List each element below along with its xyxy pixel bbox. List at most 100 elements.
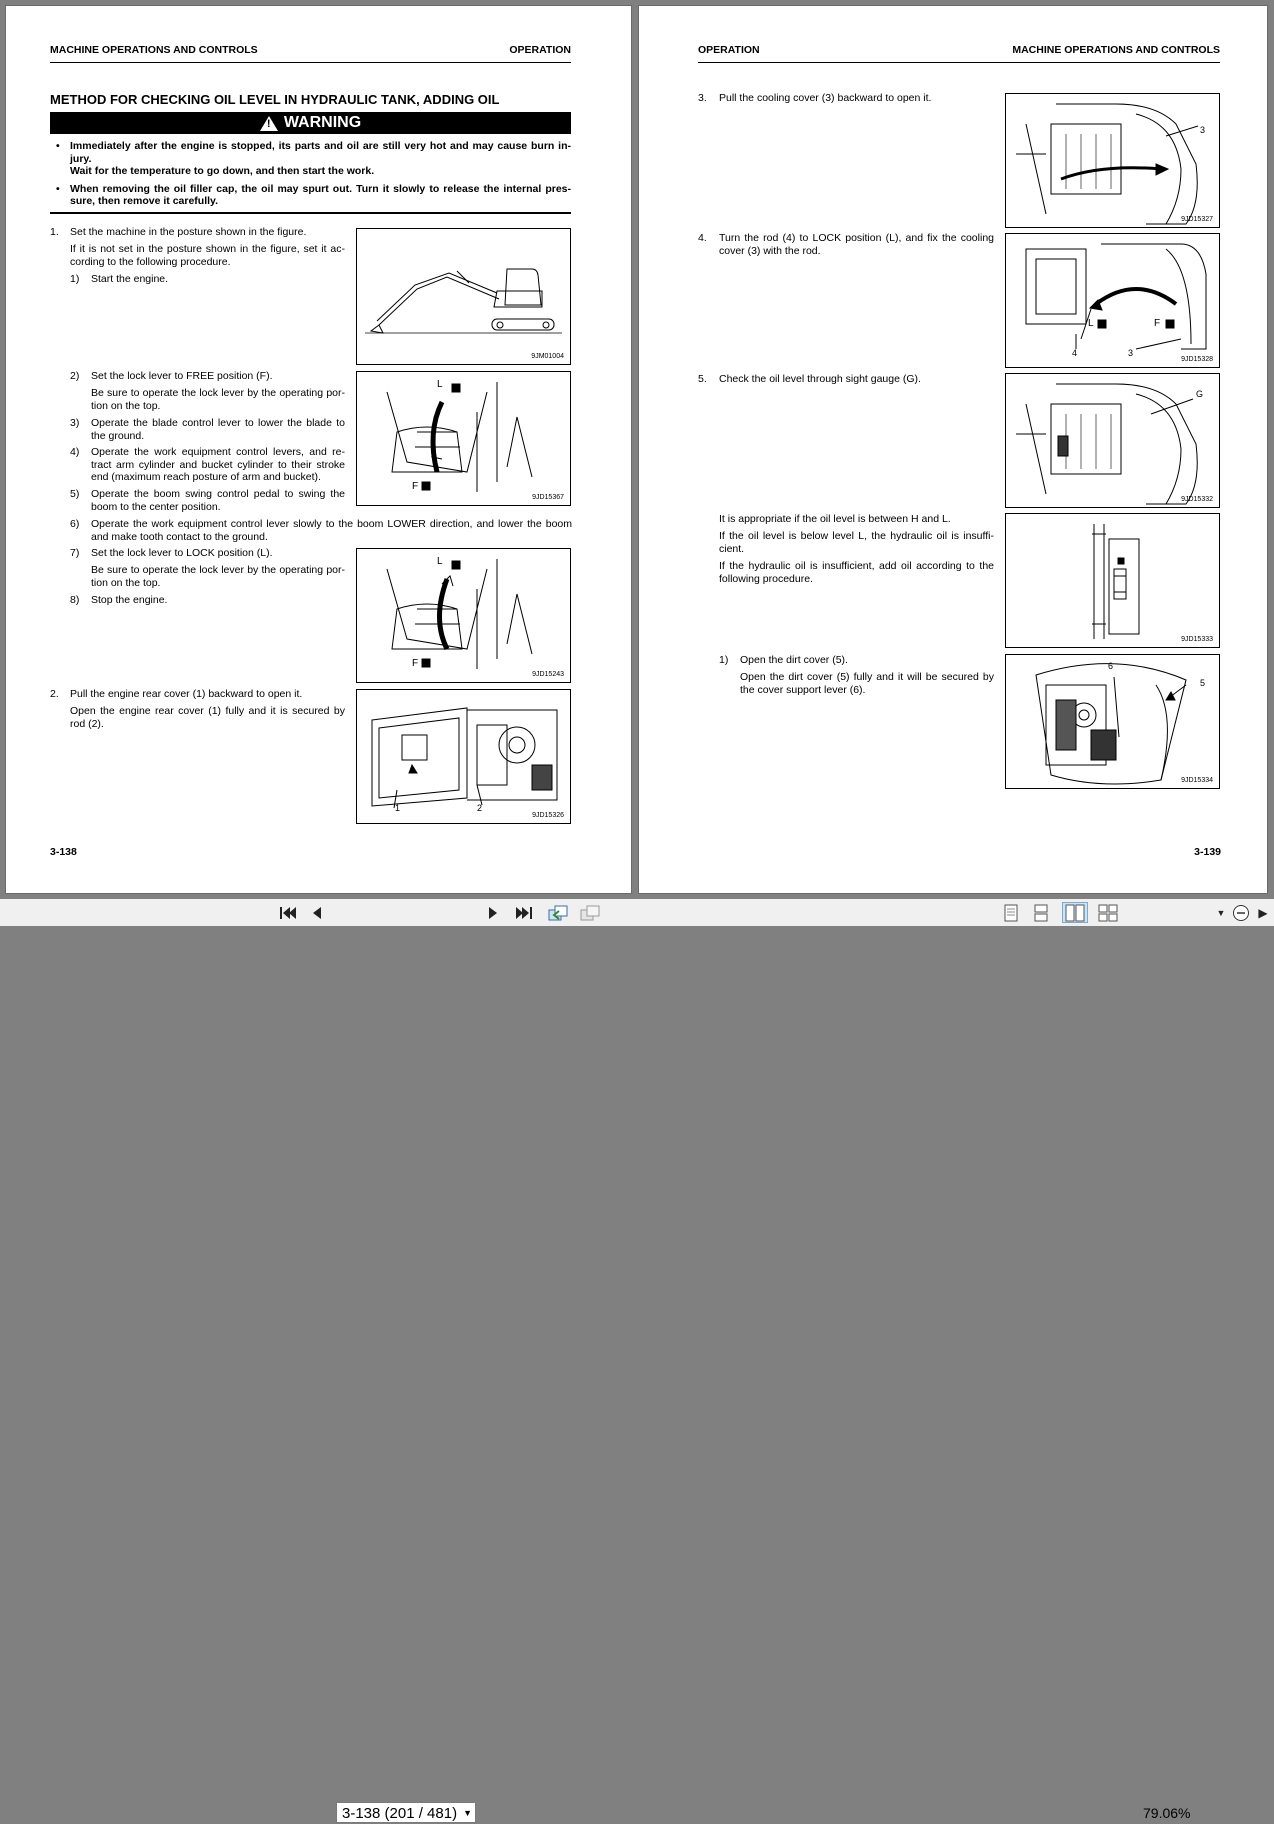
callout-4: 4 [1072,348,1078,358]
step-text: Pull the cooling cover (3) backward to o… [719,92,932,104]
callout-6: 6 [1108,661,1114,671]
figure-code: 9JD15243 [532,671,564,678]
step-text: Check the oil level through sight gauge … [719,373,921,385]
previous-page-icon[interactable] [306,902,328,923]
substep-text: Stop the engine. [91,594,168,606]
running-header-right: MACHINE OPERATIONS AND CONTROLS [1012,44,1220,56]
document-page-right: OPERATION MACHINE OPERATIONS AND CONTROL… [639,6,1267,893]
warning-item: Immediately after the engine is stopped,… [50,140,571,178]
single-page-view-icon[interactable] [1000,902,1022,923]
next-page-icon[interactable] [482,902,504,923]
figure-code: 9JD15328 [1181,356,1213,363]
substep-number: 2) [70,370,80,382]
substep-text: Operate the blade control lever to lower… [91,417,345,442]
scroll-right-icon[interactable]: ▶ [1254,902,1272,923]
figure-code: 9JM01004 [531,353,564,360]
figure-code: 9JD15332 [1181,496,1213,503]
callout-2: 2 [477,803,483,813]
substep-text: Operate the boom swing control pedal to … [91,488,345,513]
label-l: L [437,379,443,390]
substep-text: Set the lock lever to FREE position (F). [91,370,273,382]
substep-number: 1) [719,654,729,666]
running-header-left: MACHINE OPERATIONS AND CONTROLS [50,44,258,56]
substep-text: Be sure to operate the lock lever by the… [91,387,345,412]
zoom-dropdown-chevron-icon[interactable]: ▼ [1214,902,1228,923]
figure-code: 9JD15333 [1181,636,1213,643]
figure-rod-lock: L F 4 3 9JD15328 [1005,233,1220,368]
figure-code: 9JD15326 [532,812,564,819]
substep-number: 3) [70,417,80,429]
callout-3: 3 [1200,125,1206,135]
last-page-icon[interactable] [512,902,536,923]
viewer-toolbar: 3-138 (201 / 481) ▼ 79.06% ▼ ▶ [0,899,1274,1823]
substep-text: Start the engine. [91,273,169,285]
step-text: Open the engine rear cover (1) fully and… [70,705,345,730]
figure-dirt-cover: 6 5 9JD15334 [1005,654,1220,789]
chevron-down-icon[interactable]: ▼ [463,1803,472,1824]
substep-text: Operate the work equipment control lever… [91,518,572,543]
running-header-left: OPERATION [698,44,760,56]
step-number: 5. [698,373,707,385]
substep-text: Set the lock lever to LOCK position (L). [91,547,273,559]
section-title: METHOD FOR CHECKING OIL LEVEL IN HYDRAUL… [50,92,500,107]
go-back-view-icon[interactable] [546,902,570,923]
substep-number: 4) [70,446,80,458]
figure-excavator-posture: 9JM01004 [356,228,571,365]
step-text: If it is not set in the posture shown in… [70,243,345,268]
warning-triangle-icon: ! [259,115,278,131]
figure-lock-lever-free: L F 9JD15367 [356,371,571,506]
page-number: 3-139 [1194,846,1221,858]
substep-text: Open the dirt cover (5). [740,654,848,666]
figure-lock-lever-lock: L F 9JD15243 [356,548,571,683]
figure-sight-gauge: G 9JD15332 [1005,373,1220,508]
substep-number: 5) [70,488,80,500]
running-header-right: OPERATION [509,44,571,56]
substep-number: 6) [70,518,80,530]
callout-g: G [1196,389,1204,399]
page-number-input[interactable]: 3-138 (201 / 481) ▼ [336,1802,476,1823]
header-rule [698,62,1220,63]
zoom-out-icon[interactable] [1230,902,1252,923]
substep-number: 7) [70,547,80,559]
step-number: 2. [50,688,59,700]
step-number: 1. [50,226,59,238]
page-number: 3-138 [50,846,77,858]
body-text: If the oil level is below level L, the h… [719,530,994,555]
label-l: L [437,556,443,567]
warning-banner: ! WARNING [50,112,571,134]
zoom-level[interactable]: 79.06% [1143,1805,1190,1821]
body-text: It is appropriate if the oil level is be… [719,513,951,525]
continuous-view-icon[interactable] [1030,902,1052,923]
document-page-left: MACHINE OPERATIONS AND CONTROLS OPERATIO… [6,6,631,893]
substep-text: Be sure to operate the lock lever by the… [91,564,345,589]
warning-list: Immediately after the engine is stopped,… [50,140,571,213]
label-f: F [412,658,419,669]
go-forward-view-icon[interactable] [578,902,602,923]
callout-3: 3 [1128,348,1134,358]
callout-5: 5 [1200,678,1206,688]
callout-1: 1 [395,803,401,813]
step-number: 4. [698,232,707,244]
figure-code: 9JD15334 [1181,777,1213,784]
first-page-icon[interactable] [276,902,300,923]
body-text: If the hydraulic oil is insufficient, ad… [719,560,994,585]
facing-view-icon[interactable] [1062,902,1088,923]
step-text: Set the machine in the posture shown in … [70,226,307,238]
warning-rule [50,212,571,214]
figure-code: 9JD15327 [1181,216,1213,223]
label-f: F [1154,318,1161,329]
figure-gauge-detail: 9JD15333 [1005,513,1220,648]
figure-cooling-cover: 3 9JD15327 [1005,93,1220,228]
label-f: F [412,481,419,492]
step-text: Turn the rod (4) to LOCK position (L), a… [719,232,994,257]
substep-text: Open the dirt cover (5) fully and it wil… [740,671,994,696]
figure-code: 9JD15367 [532,494,564,501]
substep-number: 1) [70,273,80,285]
continuous-facing-view-icon[interactable] [1096,902,1120,923]
figure-engine-rear-cover: 1 2 9JD15326 [356,689,571,824]
substep-number: 8) [70,594,80,606]
warning-label: WARNING [283,114,362,131]
step-text: Pull the engine rear cover (1) backward … [70,688,303,700]
step-number: 3. [698,92,707,104]
label-l: L [1088,318,1094,329]
